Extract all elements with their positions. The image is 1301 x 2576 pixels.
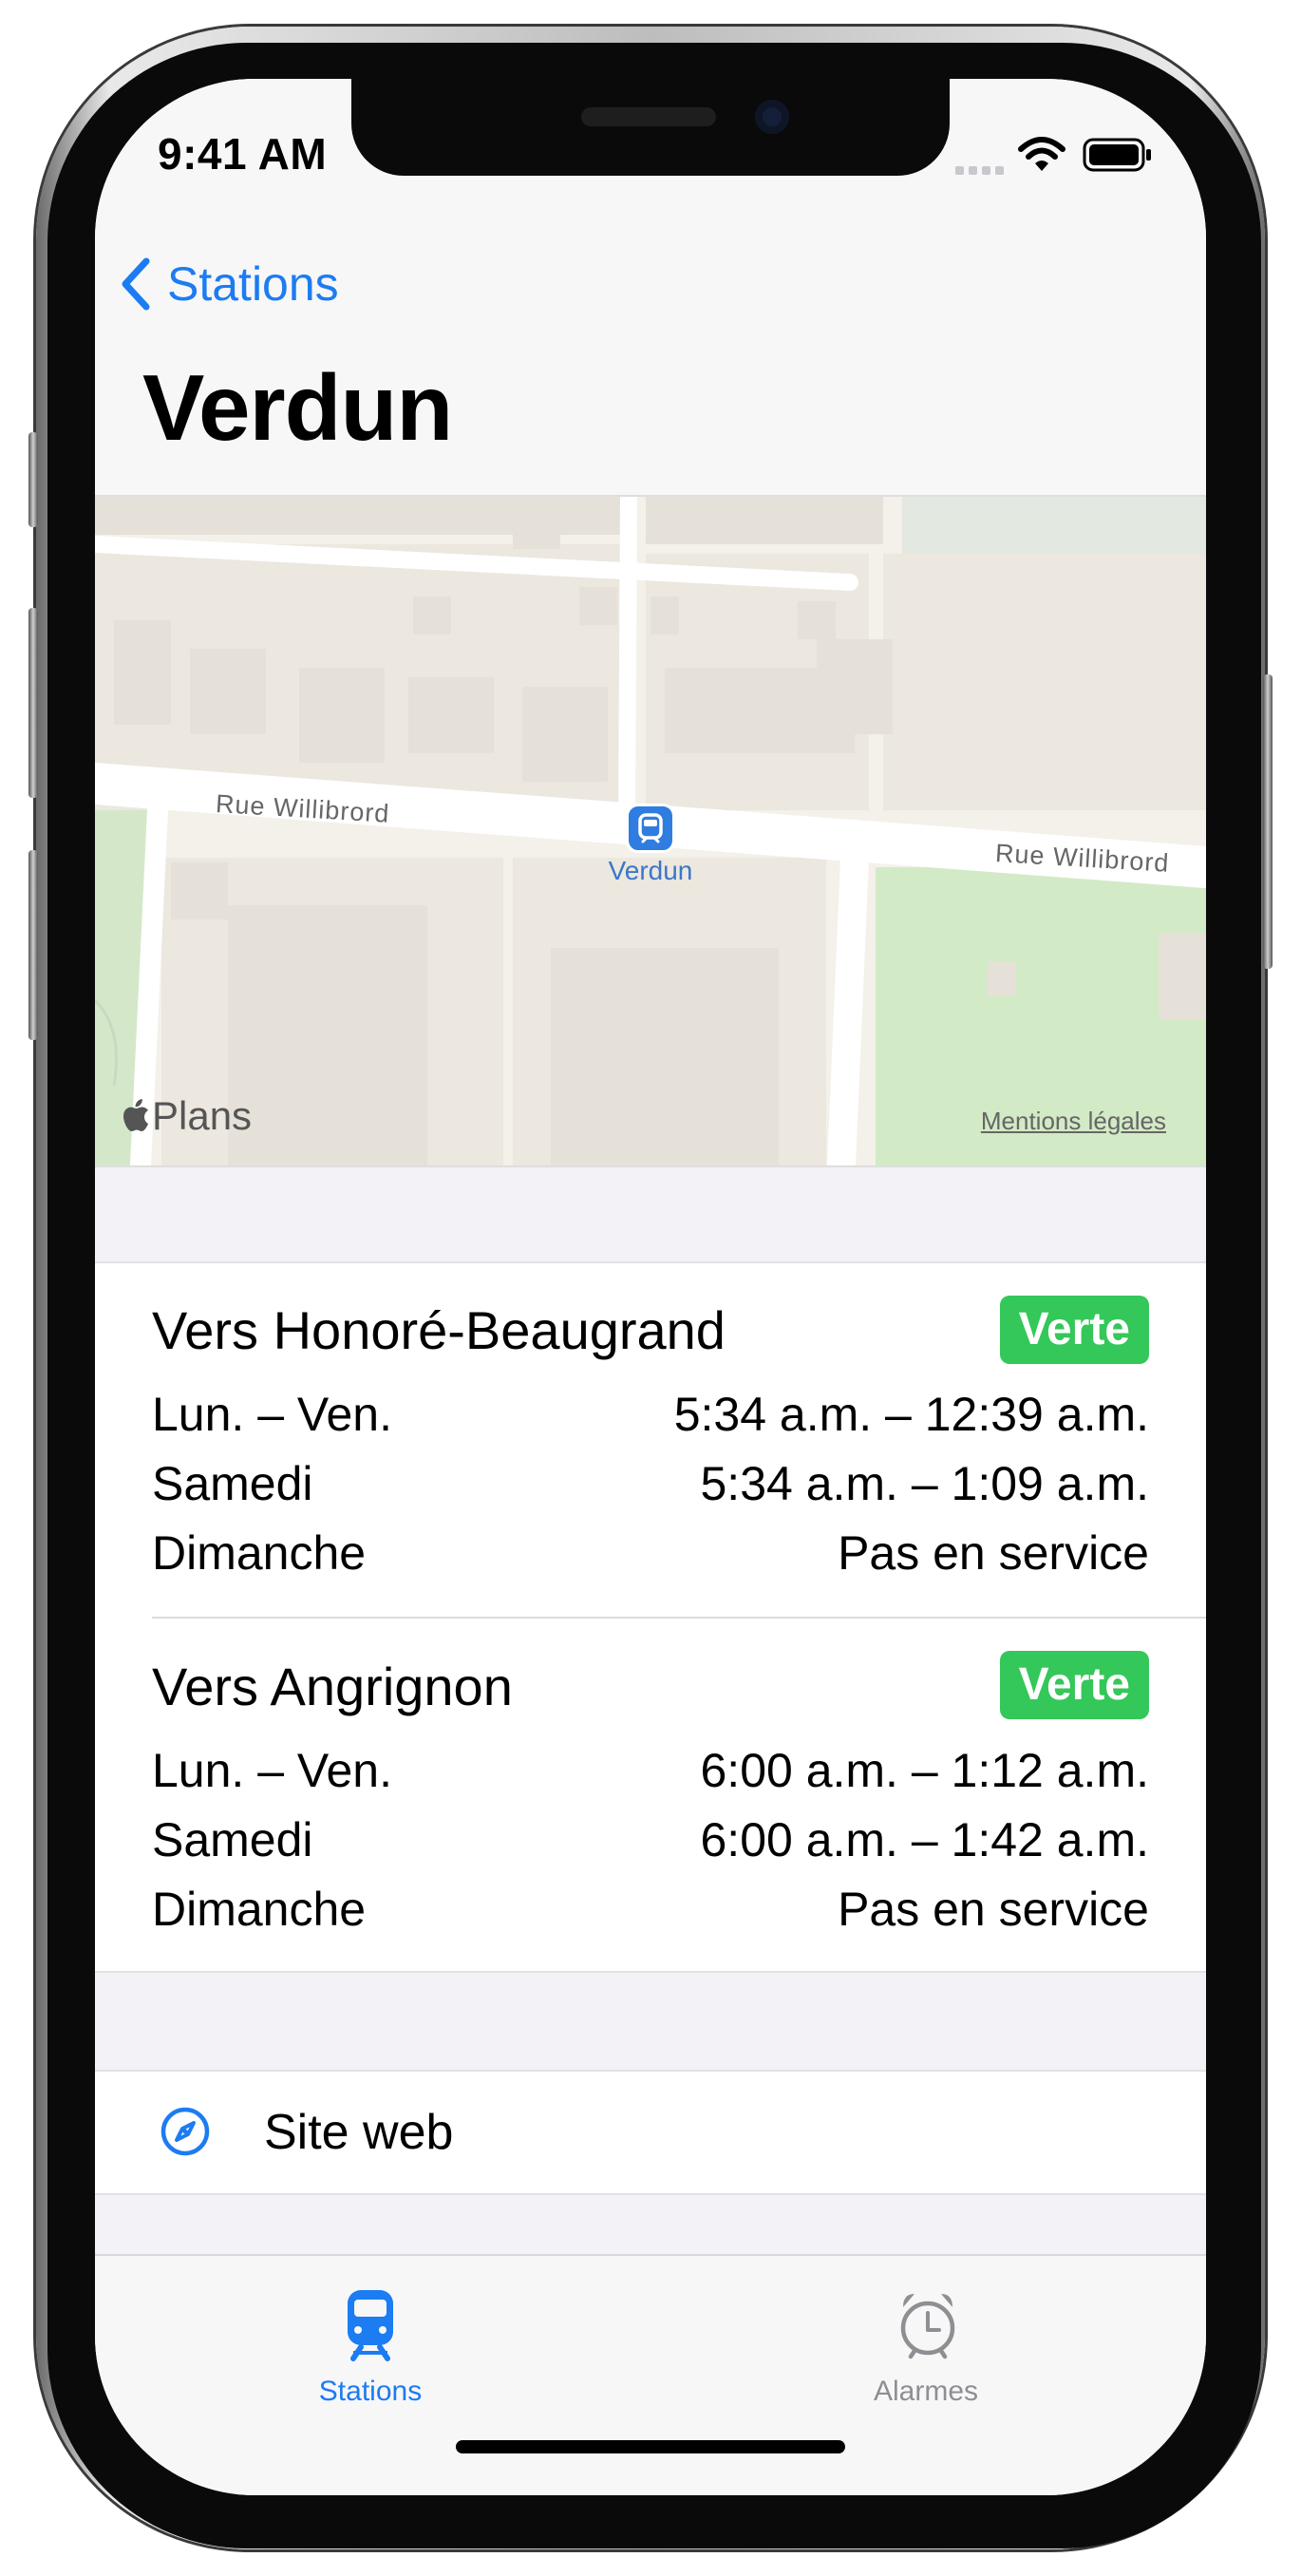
status-time: 9:41 AM — [158, 129, 328, 179]
schedules-section: Vers Honoré-Beaugrand Verte Lun. – Ven. … — [95, 1261, 1206, 1973]
apple-logo-icon — [123, 1099, 148, 1131]
volume-down-button — [28, 850, 38, 1040]
train-icon — [638, 813, 663, 843]
website-link[interactable]: Site web — [95, 2070, 1206, 2195]
station-pin-label: Verdun — [608, 856, 693, 885]
cellular-signal-icon — [955, 166, 1004, 175]
line-badge: Verte — [999, 1296, 1149, 1364]
compass-icon — [160, 2107, 210, 2156]
alarm-clock-icon — [900, 2294, 955, 2359]
direction-title: Vers Honoré-Beaugrand — [152, 1300, 726, 1360]
wifi-icon — [1018, 137, 1065, 171]
schedule-days: Dimanche — [152, 1883, 367, 1936]
line-badge: Verte — [999, 1651, 1149, 1719]
tab-stations[interactable]: Stations — [266, 2282, 475, 2415]
schedule-hours: 5:34 a.m. – 1:09 a.m. — [700, 1457, 1150, 1510]
home-indicator[interactable] — [456, 2440, 845, 2453]
back-button[interactable]: Stations — [120, 246, 339, 322]
screen: Stations Verdun 9:41 AM Rue Willibrord R… — [95, 79, 1206, 2495]
train-icon — [348, 2290, 393, 2361]
schedule-days: Lun. – Ven. — [152, 1744, 393, 1797]
schedule-days: Lun. – Ven. — [152, 1388, 393, 1441]
schedule-days: Dimanche — [152, 1526, 367, 1580]
tab-label: Stations — [318, 2376, 423, 2407]
schedule-hours: Pas en service — [838, 1883, 1149, 1936]
maps-logo-text: Plans — [152, 1093, 253, 1138]
schedule-hours: Pas en service — [838, 1526, 1149, 1580]
schedule-hours: 5:34 a.m. – 12:39 a.m. — [673, 1388, 1149, 1441]
schedule-days: Samedi — [152, 1813, 313, 1866]
station-map[interactable]: Rue Willibrord Rue Willibrord Verdun Pla… — [95, 495, 1206, 1167]
action-button — [28, 432, 38, 527]
earpiece — [581, 107, 716, 126]
direction-title: Vers Angrignon — [152, 1657, 513, 1716]
volume-up-button — [28, 608, 38, 798]
power-button — [1263, 674, 1273, 969]
chevron-left-icon — [122, 257, 150, 311]
notch — [351, 79, 950, 176]
battery-icon — [1083, 138, 1151, 172]
back-button-label: Stations — [167, 257, 339, 311]
tab-alarmes[interactable]: Alarmes — [821, 2282, 1030, 2415]
schedule-hours: 6:00 a.m. – 1:12 a.m. — [700, 1744, 1150, 1797]
divider — [152, 1617, 1206, 1619]
tab-bar: Stations Alarmes — [95, 2254, 1206, 2495]
page-title: Verdun — [142, 355, 453, 460]
apple-maps-logo: Plans — [122, 1093, 252, 1139]
schedule-hours: 6:00 a.m. – 1:42 a.m. — [700, 1813, 1150, 1866]
front-camera — [755, 100, 789, 134]
station-pin[interactable] — [626, 804, 675, 853]
schedule-days: Samedi — [152, 1457, 313, 1510]
phone-device: Stations Verdun 9:41 AM Rue Willibrord R… — [0, 0, 1301, 2576]
website-label: Site web — [264, 2105, 454, 2160]
tab-label: Alarmes — [873, 2376, 979, 2407]
legal-link[interactable]: Mentions légales — [981, 1107, 1166, 1136]
